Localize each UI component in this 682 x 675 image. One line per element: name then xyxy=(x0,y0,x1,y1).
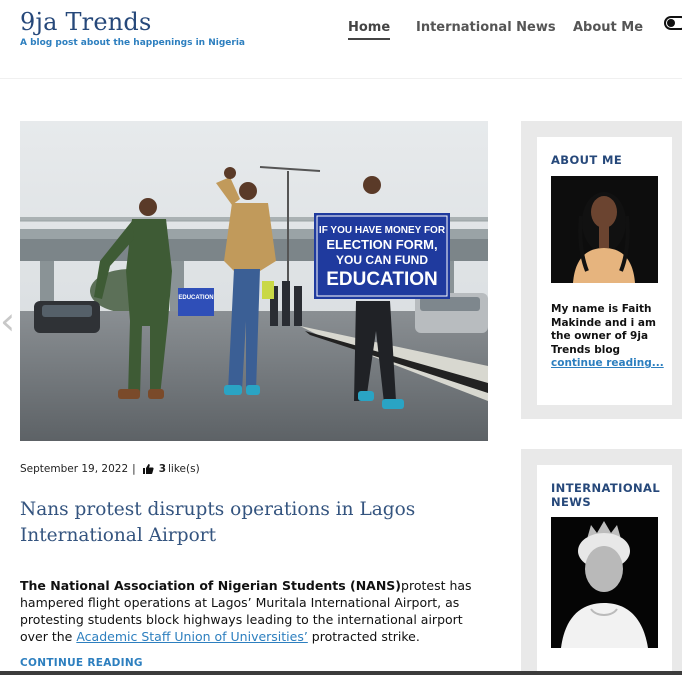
international-news-widget: INTERNATIONAL NEWS xyxy=(521,449,682,675)
excerpt-bold: The National Association of Nigerian Stu… xyxy=(20,578,402,593)
sign-line-2: ELECTION FORM, xyxy=(326,237,437,252)
international-news-photo[interactable] xyxy=(551,517,658,648)
author-photo-image xyxy=(551,176,658,283)
continue-reading-link[interactable]: CONTINUE READING xyxy=(20,657,143,669)
meta-separator: | xyxy=(132,463,136,475)
dark-mode-toggle-icon[interactable] xyxy=(664,16,682,30)
site-title[interactable]: 9ja Trends xyxy=(20,8,151,36)
asuu-link[interactable]: Academic Staff Union of Universities’ xyxy=(76,629,307,644)
small-sign-text: EDUCATION xyxy=(178,295,213,301)
chevron-left-icon[interactable]: ‹ xyxy=(0,298,18,344)
about-continue-link[interactable]: continue reading... xyxy=(551,357,664,369)
author-photo[interactable] xyxy=(551,176,658,283)
post-meta: September 19, 2022 | 3 like(s) xyxy=(20,463,200,475)
featured-image[interactable]: EDUCATION IF YOU HAVE MONEY FOR ELECTION… xyxy=(20,121,488,441)
post-date[interactable]: September 19, 2022 xyxy=(20,463,128,475)
excerpt-text-2: protracted strike. xyxy=(307,629,420,644)
sign-line-1: IF YOU HAVE MONEY FOR xyxy=(319,225,446,236)
protest-photo: EDUCATION IF YOU HAVE MONEY FOR ELECTION… xyxy=(20,121,488,441)
about-widget: ABOUT ME My name is Faith Makinde and i … xyxy=(521,121,682,419)
nav-about-me[interactable]: About Me xyxy=(573,20,653,38)
site-tagline: A blog post about the happenings in Nige… xyxy=(20,38,245,48)
about-text: My name is Faith Makinde and i am the ow… xyxy=(551,303,656,356)
post-title[interactable]: Nans protest disrupts operations in Lago… xyxy=(20,497,480,549)
about-widget-card: ABOUT ME My name is Faith Makinde and i … xyxy=(537,137,672,405)
queen-portrait-image xyxy=(551,517,658,648)
sign-line-3: YOU CAN FUND xyxy=(336,253,428,267)
international-widget-title-2: NEWS xyxy=(551,495,592,509)
international-widget-card: INTERNATIONAL NEWS xyxy=(537,465,672,675)
post-excerpt: The National Association of Nigerian Stu… xyxy=(20,577,490,645)
about-widget-title: ABOUT ME xyxy=(551,153,623,167)
sign-line-4: EDUCATION xyxy=(326,269,438,290)
likes-count: 3 xyxy=(158,463,166,475)
bottom-bar xyxy=(0,671,682,675)
nav-home[interactable]: Home xyxy=(348,20,391,40)
likes-label: like(s) xyxy=(168,463,200,475)
nav-international-news[interactable]: International News xyxy=(416,20,556,38)
international-widget-title-1: INTERNATIONAL xyxy=(551,481,661,495)
header-divider xyxy=(0,78,682,79)
thumbs-up-icon[interactable] xyxy=(142,463,154,475)
